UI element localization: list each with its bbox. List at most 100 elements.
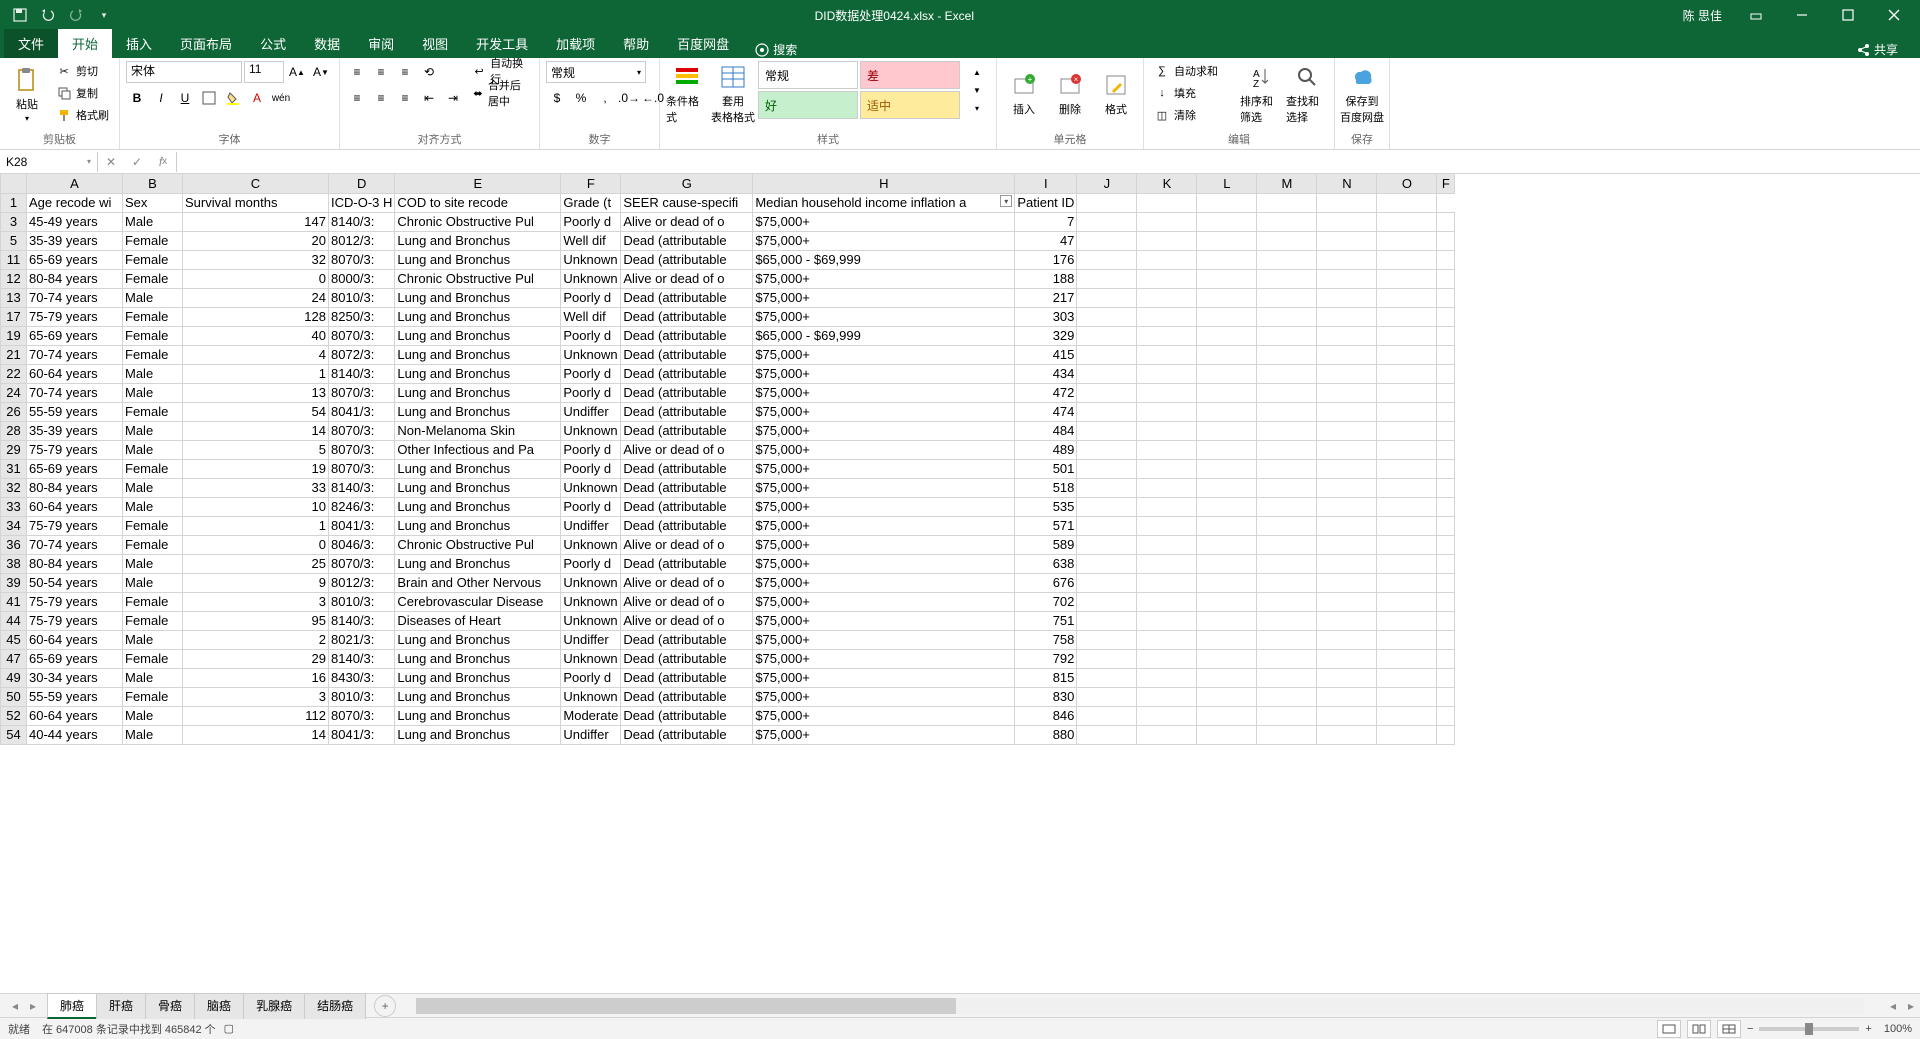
- cell[interactable]: 75-79 years: [27, 440, 123, 459]
- cell[interactable]: [1197, 440, 1257, 459]
- cell[interactable]: 13: [183, 383, 329, 402]
- cell[interactable]: Female: [123, 250, 183, 269]
- tab-百度网盘[interactable]: 百度网盘: [663, 29, 743, 58]
- cell[interactable]: Male: [123, 478, 183, 497]
- cell-style-normal[interactable]: 常规: [758, 61, 858, 89]
- cell[interactable]: 489: [1015, 440, 1077, 459]
- increase-indent-button[interactable]: ⇥: [442, 87, 464, 109]
- cell[interactable]: [1377, 611, 1437, 630]
- cell[interactable]: [1257, 326, 1317, 345]
- formula-input[interactable]: [177, 152, 1920, 172]
- cell[interactable]: Alive or dead of o: [621, 269, 753, 288]
- cell[interactable]: [1137, 478, 1197, 497]
- cell[interactable]: $75,000+: [753, 402, 1015, 421]
- cell[interactable]: Dead (attributable: [621, 307, 753, 326]
- row-header[interactable]: 34: [1, 516, 27, 535]
- cell[interactable]: [1317, 459, 1377, 478]
- cell[interactable]: Well dif: [561, 307, 621, 326]
- cell[interactable]: COD to site recode: [395, 193, 561, 212]
- cell[interactable]: [1077, 212, 1137, 231]
- cell[interactable]: [1257, 345, 1317, 364]
- qat-redo[interactable]: [64, 3, 88, 27]
- cell[interactable]: Unknown: [561, 421, 621, 440]
- cell[interactable]: [1257, 212, 1317, 231]
- cell[interactable]: [1257, 402, 1317, 421]
- cell[interactable]: [1377, 725, 1437, 744]
- paste-button[interactable]: 粘贴 ▾: [6, 61, 48, 127]
- cell[interactable]: 8012/3:: [329, 231, 395, 250]
- cell[interactable]: 8046/3:: [329, 535, 395, 554]
- cell[interactable]: [1197, 611, 1257, 630]
- cell[interactable]: Dead (attributable: [621, 459, 753, 478]
- cell[interactable]: [1437, 364, 1455, 383]
- cell[interactable]: [1377, 573, 1437, 592]
- cell[interactable]: Non-Melanoma Skin: [395, 421, 561, 440]
- cell[interactable]: 303: [1015, 307, 1077, 326]
- cell[interactable]: Female: [123, 345, 183, 364]
- cell[interactable]: [1077, 516, 1137, 535]
- cell[interactable]: Survival months: [183, 193, 329, 212]
- cell[interactable]: 75-79 years: [27, 307, 123, 326]
- cell[interactable]: Lung and Bronchus: [395, 459, 561, 478]
- cell[interactable]: 70-74 years: [27, 535, 123, 554]
- cell[interactable]: [1257, 687, 1317, 706]
- cell[interactable]: 32: [183, 250, 329, 269]
- cell[interactable]: Dead (attributable: [621, 250, 753, 269]
- cell[interactable]: 8070/3:: [329, 421, 395, 440]
- cell[interactable]: [1197, 554, 1257, 573]
- col-header-E[interactable]: E: [395, 174, 561, 193]
- row-header[interactable]: 11: [1, 250, 27, 269]
- cell[interactable]: [1197, 231, 1257, 250]
- cell[interactable]: Poorly d: [561, 554, 621, 573]
- cell[interactable]: [1317, 231, 1377, 250]
- share-button[interactable]: 共享: [1846, 41, 1908, 58]
- cell[interactable]: 147: [183, 212, 329, 231]
- number-format-combo[interactable]: 常规▾: [546, 61, 646, 83]
- cell[interactable]: [1317, 725, 1377, 744]
- cell[interactable]: 830: [1015, 687, 1077, 706]
- cell[interactable]: Female: [123, 402, 183, 421]
- cell[interactable]: [1437, 212, 1455, 231]
- cell[interactable]: Unknown: [561, 592, 621, 611]
- cell[interactable]: 535: [1015, 497, 1077, 516]
- row-header[interactable]: 45: [1, 630, 27, 649]
- cell[interactable]: [1137, 231, 1197, 250]
- cell[interactable]: Unknown: [561, 649, 621, 668]
- cell[interactable]: [1317, 307, 1377, 326]
- cell[interactable]: 40: [183, 326, 329, 345]
- cell[interactable]: [1317, 706, 1377, 725]
- cell[interactable]: Unknown: [561, 535, 621, 554]
- row-header[interactable]: 24: [1, 383, 27, 402]
- cell[interactable]: [1377, 592, 1437, 611]
- autosum-button[interactable]: ∑自动求和: [1150, 61, 1236, 81]
- cell[interactable]: 8010/3:: [329, 687, 395, 706]
- cell[interactable]: 112: [183, 706, 329, 725]
- cell[interactable]: [1257, 421, 1317, 440]
- cell[interactable]: [1077, 535, 1137, 554]
- cell[interactable]: [1317, 630, 1377, 649]
- cell[interactable]: 1: [183, 364, 329, 383]
- cell[interactable]: $75,000+: [753, 554, 1015, 573]
- cell[interactable]: [1137, 611, 1197, 630]
- tab-页面布局[interactable]: 页面布局: [166, 29, 246, 58]
- comma-button[interactable]: ,: [594, 87, 616, 109]
- cell[interactable]: [1377, 706, 1437, 725]
- insert-function-button[interactable]: fx: [150, 152, 176, 172]
- cell[interactable]: [1317, 554, 1377, 573]
- cell[interactable]: [1257, 231, 1317, 250]
- cell[interactable]: Male: [123, 725, 183, 744]
- cell[interactable]: [1077, 706, 1137, 725]
- cell[interactable]: [1197, 687, 1257, 706]
- cell[interactable]: 472: [1015, 383, 1077, 402]
- cell[interactable]: 8010/3:: [329, 592, 395, 611]
- row-header[interactable]: 38: [1, 554, 27, 573]
- row-header[interactable]: 49: [1, 668, 27, 687]
- cell[interactable]: [1257, 459, 1317, 478]
- cell[interactable]: Alive or dead of o: [621, 440, 753, 459]
- cell[interactable]: [1257, 440, 1317, 459]
- cell[interactable]: 80-84 years: [27, 554, 123, 573]
- cell[interactable]: [1077, 345, 1137, 364]
- cell[interactable]: 8021/3:: [329, 630, 395, 649]
- cell[interactable]: 8140/3:: [329, 611, 395, 630]
- cell[interactable]: 75-79 years: [27, 516, 123, 535]
